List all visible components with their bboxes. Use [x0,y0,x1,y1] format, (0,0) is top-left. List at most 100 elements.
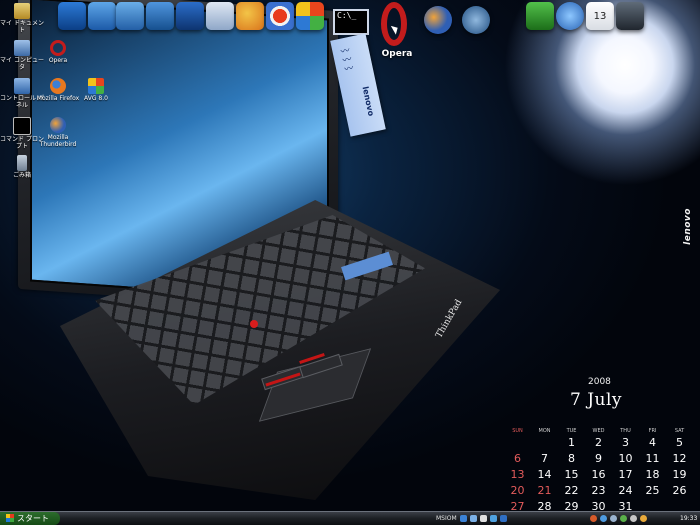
recycle-bin-icon [17,155,27,171]
tray-update-icon[interactable] [640,515,647,522]
command-prompt-icon [13,117,31,135]
calendar-day: 21 [537,484,552,497]
opera-label: Opera [381,49,413,59]
tray-security-icon[interactable] [620,515,627,522]
calendar-day: 18 [645,468,660,481]
calendar-week-row: 13 14 15 16 17 18 19 [504,468,696,482]
folder-icon [14,3,30,19]
tray-power-icon[interactable] [630,515,637,522]
desktop-icon-label: Mozilla Firefox [36,95,80,102]
calendar-day: 5 [676,436,683,449]
weekday-label: MON [538,428,551,434]
weekday-label: WED [592,428,605,434]
documents-folder-icon[interactable] [88,2,116,30]
calendar-day: 13 [510,468,525,481]
tray-antivirus-icon[interactable] [590,515,597,522]
calendar-day [504,436,531,450]
settings-gear-icon[interactable] [556,2,584,30]
calendar-week-row: 20 21 22 23 24 25 26 [504,484,696,498]
calendar-day: 4 [649,436,656,449]
calendar-year: 2008 [588,377,611,387]
calendar-day: 12 [672,452,687,465]
calendar-day: 26 [672,484,687,497]
computer-icon[interactable] [176,2,204,30]
windows-update-icon[interactable] [296,2,324,30]
calendar-day: 17 [618,468,633,481]
avg-icon [88,78,104,94]
opera-icon [50,40,66,56]
tray-network-icon[interactable] [600,515,607,522]
desktop-icon-my-documents[interactable]: マイ ドキュメント [0,3,44,34]
calendar-day: 9 [595,452,602,465]
taskbar-clock[interactable]: 19:33 [680,512,697,525]
calendar-day: 7 [541,452,548,465]
control-panel-icon [14,78,30,94]
computer-icon [14,40,30,56]
calendar-month-title: 7 July [570,390,623,410]
virtualbox-icon[interactable] [206,2,234,30]
thunderbird-icon [50,117,66,133]
trackpoint [250,320,258,328]
quick-launch-ie-icon[interactable] [460,515,467,522]
command-prompt-icon[interactable]: C:\_ [333,9,369,35]
calendar-day: 15 [564,468,579,481]
windows-logo-icon [6,514,14,522]
desktop-icon-recycle-bin[interactable]: ごみ箱 [0,155,44,179]
taskbar: スタート MSIOM 19:33 [0,511,700,525]
language-bar[interactable]: MSIOM [436,512,457,525]
calendar-icon[interactable]: 13 [586,2,614,30]
firefox-icon [50,78,66,94]
quick-launch-help-icon[interactable] [480,515,487,522]
calendar-day: 1 [568,436,575,449]
command-prompt-text: C:\_ [337,11,357,20]
weekday-label: FRI [648,428,657,434]
media-player-icon[interactable] [462,6,490,34]
tray-volume-icon[interactable] [610,515,617,522]
weekday-label: SAT [674,428,685,434]
calendar-day: 20 [510,484,525,497]
frog-icon[interactable] [526,2,554,30]
weekday-label: TUE [566,428,577,434]
thunderbird-icon[interactable] [424,6,452,34]
calendar-day: 19 [672,468,687,481]
quick-launch-media-icon[interactable] [490,515,497,522]
quick-launch [460,515,510,522]
calendar-grid: SUN MON TUE WED THU FRI SAT 1 2 3 4 5 6 … [504,428,696,514]
calendar-day: 22 [564,484,579,497]
weekday-label: SUN [512,428,523,434]
lenovo-side-logo: lenovo [683,208,693,245]
start-button-label: スタート [17,514,49,523]
calendar-day: 24 [618,484,633,497]
calendar-day: 25 [645,484,660,497]
calendar-week-row: 6 7 8 9 10 11 12 [504,452,696,466]
calendar-day: 3 [622,436,629,449]
desktop-icon-opera[interactable]: Opera [36,40,80,64]
ccleaner-icon[interactable] [266,2,294,30]
music-folder-icon[interactable] [146,2,174,30]
calendar-day: 16 [591,468,606,481]
quick-launch-network-icon[interactable] [500,515,507,522]
desktop-shortcut-icon[interactable] [58,2,86,30]
desktop-icon-label: Opera [48,57,68,64]
calendar-day: 23 [591,484,606,497]
start-button[interactable]: スタート [0,512,60,525]
system-tray [590,515,650,522]
calendar-week-row: 1 2 3 4 5 [504,436,696,450]
calendar-day: 2 [595,436,602,449]
quick-launch-desktop-icon[interactable] [470,515,477,522]
desktop-icon-label: Mozilla Thunderbird [39,134,77,148]
sticky-note-handwriting: 〰〰〰 [337,45,354,74]
sticky-note-logo: lenovo [360,85,376,117]
disk-drive-icon[interactable] [616,2,644,30]
weekday-label: THU [620,428,631,434]
calendar-day: 8 [568,452,575,465]
paint-palette-icon[interactable] [236,2,264,30]
desktop-icon-avg[interactable]: AVG 8.0 [74,78,118,102]
desktop-icon-label: ごみ箱 [12,172,31,179]
pictures-folder-icon[interactable] [116,2,144,30]
calendar-day: 10 [618,452,633,465]
desktop-icon-thunderbird[interactable]: Mozilla Thunderbird [36,117,80,148]
calendar-weekday-header: SUN MON TUE WED THU FRI SAT [504,428,696,434]
desktop-icon-label: AVG 8.0 [84,95,108,102]
calendar-day: 11 [645,452,660,465]
